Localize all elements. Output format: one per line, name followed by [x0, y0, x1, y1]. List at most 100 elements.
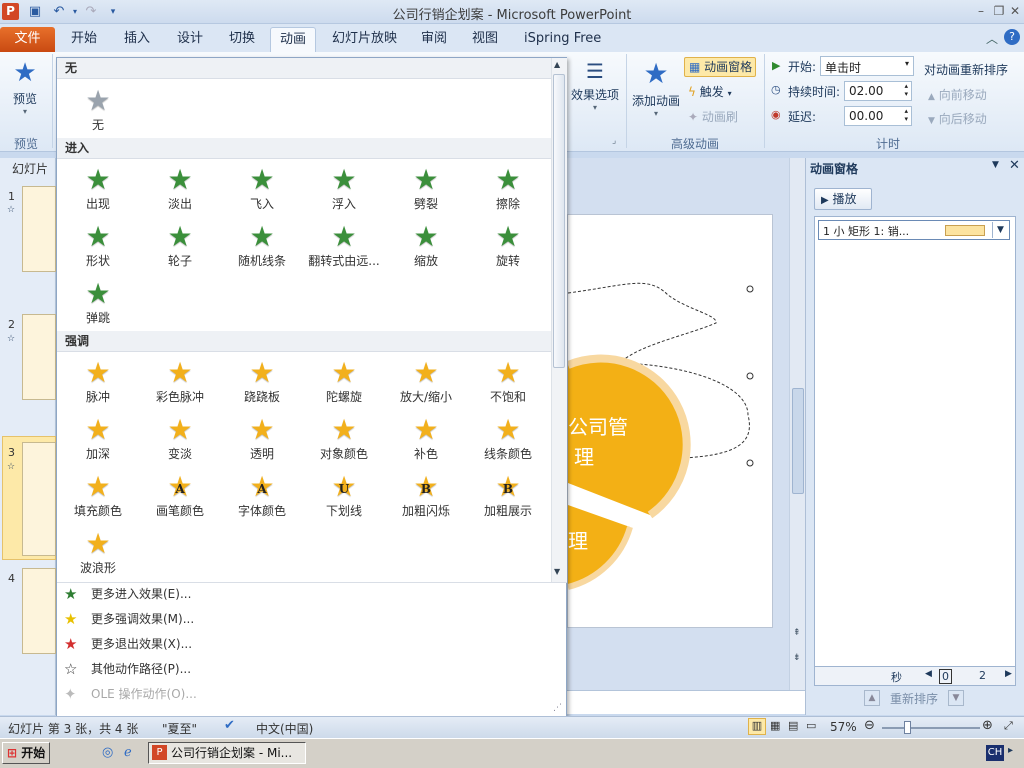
current-slide[interactable]: 公司管 理 理 — [567, 214, 773, 628]
ime-indicator[interactable]: CH — [986, 745, 1004, 761]
entrance-effect[interactable]: ★ 旋转 — [467, 216, 549, 273]
preview-button[interactable]: ★ 预览 ▾ — [4, 56, 46, 126]
tab-animations[interactable]: 动画 — [270, 27, 317, 52]
language[interactable]: 中文(中国) — [256, 720, 313, 737]
reading-view-icon[interactable]: ▤ — [788, 719, 798, 732]
emphasis-effect[interactable]: ★ 填充颜色 — [57, 466, 139, 523]
entrance-effect[interactable]: ★ 轮子 — [139, 216, 221, 273]
emphasis-effect[interactable]: ★ 透明 — [221, 409, 303, 466]
slide-thumbnail-2[interactable] — [22, 314, 56, 400]
tab-design[interactable]: 设计 — [168, 27, 212, 52]
pane-close-icon[interactable]: ✕ — [1009, 158, 1020, 173]
proofing-icon[interactable]: ✔ — [224, 718, 235, 733]
editor-scroll-thumb[interactable] — [792, 388, 804, 494]
menu-item[interactable]: ★ 更多退出效果(X)... — [57, 632, 567, 657]
entrance-effect[interactable]: ★ 劈裂 — [385, 159, 467, 216]
emphasis-effect[interactable]: ★ 线条颜色 — [467, 409, 549, 466]
emphasis-effect[interactable]: ★ 变淡 — [139, 409, 221, 466]
editor-vertical-scrollbar[interactable]: ⇞ ⇟ — [789, 158, 805, 690]
normal-view-icon[interactable]: ▥ — [748, 718, 766, 735]
emphasis-effect[interactable]: ★ B 加粗展示 — [467, 466, 549, 523]
move-earlier-button[interactable]: ▲ 向前移动 — [928, 86, 987, 103]
entrance-effect[interactable]: ★ 随机线条 — [221, 216, 303, 273]
zoom-in-icon[interactable]: ⊕ — [982, 718, 993, 733]
gallery-scroll-thumb[interactable] — [553, 74, 565, 368]
seconds-label[interactable]: 秒 — [891, 669, 902, 685]
scroll-down-icon[interactable]: ▼ — [554, 567, 560, 576]
pane-options-icon[interactable]: ▼ — [992, 160, 999, 170]
next-slide-icon[interactable]: ⇟ — [793, 653, 801, 663]
animation-item[interactable]: 1 小 矩形 1: 销... ▼ — [818, 220, 1010, 240]
menu-item[interactable]: ☆ 其他动作路径(P)... — [57, 657, 567, 682]
sorter-view-icon[interactable]: ▦ — [770, 719, 780, 732]
slides-tab[interactable]: 幻灯片 — [12, 160, 48, 177]
slide-thumbnail-1[interactable] — [22, 186, 56, 272]
item-dropdown-icon[interactable]: ▼ — [992, 222, 1008, 238]
emphasis-effect[interactable]: ★ B 加粗闪烁 — [385, 466, 467, 523]
zoom-out-icon[interactable]: ⊖ — [864, 718, 875, 733]
duration-input[interactable]: 02.00 ▴ ▾ — [844, 81, 912, 101]
quicklaunch-icon[interactable]: ◎ — [102, 745, 113, 760]
tab-slideshow[interactable]: 幻灯片放映 — [323, 27, 406, 52]
entrance-effect[interactable]: ★ 浮入 — [303, 159, 385, 216]
menu-item[interactable]: ✦ OLE 操作动作(O)... — [57, 682, 567, 707]
animation-pane-button[interactable]: ▦ 动画窗格 — [684, 57, 756, 77]
emphasis-effect[interactable]: ★ 跷跷板 — [221, 352, 303, 409]
reorder-up-button[interactable]: ▲ — [864, 690, 880, 706]
zoom-level[interactable]: 57% — [830, 720, 857, 734]
effect-none[interactable]: ★ 无 — [57, 80, 139, 137]
menu-item[interactable]: ★ 更多进入效果(E)... — [57, 582, 567, 607]
entrance-effect[interactable]: ★ 出现 — [57, 159, 139, 216]
theme-name[interactable]: "夏至" — [162, 720, 197, 737]
collapse-ribbon-icon[interactable]: ︿ — [986, 30, 998, 47]
slide-thumbnail-3[interactable] — [22, 442, 56, 556]
emphasis-effect[interactable]: ★ 波浪形 — [57, 523, 139, 580]
emphasis-effect[interactable]: ★ A 画笔颜色 — [139, 466, 221, 523]
effect-options-button[interactable]: ☰ 效果选项 ▾ — [568, 56, 622, 126]
fit-slide-icon[interactable]: ⤢ — [1004, 719, 1013, 733]
entrance-effect[interactable]: ★ 翻转式由远... — [303, 216, 385, 273]
handle[interactable] — [746, 285, 754, 293]
trigger-button[interactable]: ϟ 触发 ▾ — [688, 83, 732, 103]
resize-grip-icon[interactable]: ⋰ — [553, 703, 562, 713]
emphasis-effect[interactable]: ★ 彩色脉冲 — [139, 352, 221, 409]
emphasis-effect[interactable]: ★ 陀螺旋 — [303, 352, 385, 409]
tab-view[interactable]: 视图 — [463, 27, 507, 52]
emphasis-effect[interactable]: ★ 加深 — [57, 409, 139, 466]
emphasis-effect[interactable]: ★ 对象颜色 — [303, 409, 385, 466]
entrance-effect[interactable]: ★ 弹跳 — [57, 273, 139, 330]
delay-input[interactable]: 00.00 ▴ ▾ — [844, 106, 912, 126]
entrance-effect[interactable]: ★ 形状 — [57, 216, 139, 273]
entrance-effect[interactable]: ★ 淡出 — [139, 159, 221, 216]
start-button[interactable]: ⊞ 开始 — [2, 742, 50, 764]
start-select[interactable]: 单击时 ▾ — [820, 56, 914, 76]
tab-insert[interactable]: 插入 — [115, 27, 159, 52]
gallery-scrollbar[interactable]: ▲ ▼ — [551, 58, 567, 582]
timeline-left-icon[interactable]: ◀ — [925, 669, 932, 679]
tab-transitions[interactable]: 切换 — [220, 27, 264, 52]
tab-review[interactable]: 审阅 — [412, 27, 456, 52]
prev-slide-icon[interactable]: ⇞ — [793, 628, 801, 638]
handle[interactable] — [746, 459, 754, 467]
scroll-up-icon[interactable]: ▲ — [554, 60, 560, 69]
timeline-right-icon[interactable]: ▶ — [1005, 669, 1012, 679]
emphasis-effect[interactable]: ★ 补色 — [385, 409, 467, 466]
menu-item[interactable]: ★ 更多强调效果(M)... — [57, 607, 567, 632]
tab-home[interactable]: 开始 — [62, 27, 106, 52]
add-animation-button[interactable]: ★ 添加动画 ▾ — [630, 56, 682, 126]
emphasis-effect[interactable]: ★ 脉冲 — [57, 352, 139, 409]
minimize-button[interactable]: – — [972, 2, 990, 20]
move-later-button[interactable]: ▼ 向后移动 — [928, 110, 987, 127]
emphasis-effect[interactable]: ★ 放大/缩小 — [385, 352, 467, 409]
entrance-effect[interactable]: ★ 缩放 — [385, 216, 467, 273]
tab-file[interactable]: 文件 — [0, 27, 55, 52]
reorder-down-button[interactable]: ▼ — [948, 690, 964, 706]
zoom-slider[interactable] — [882, 727, 980, 729]
play-button[interactable]: ▶ 播放 — [814, 188, 872, 210]
dialog-launcher-icon[interactable]: ⌟ — [612, 136, 616, 146]
zoom-thumb[interactable] — [904, 721, 911, 734]
entrance-effect[interactable]: ★ 擦除 — [467, 159, 549, 216]
notes-area[interactable] — [567, 690, 805, 714]
taskbar-powerpoint-button[interactable]: P 公司行销企划案 - Mi... — [148, 742, 306, 764]
entrance-effect[interactable]: ★ 飞入 — [221, 159, 303, 216]
